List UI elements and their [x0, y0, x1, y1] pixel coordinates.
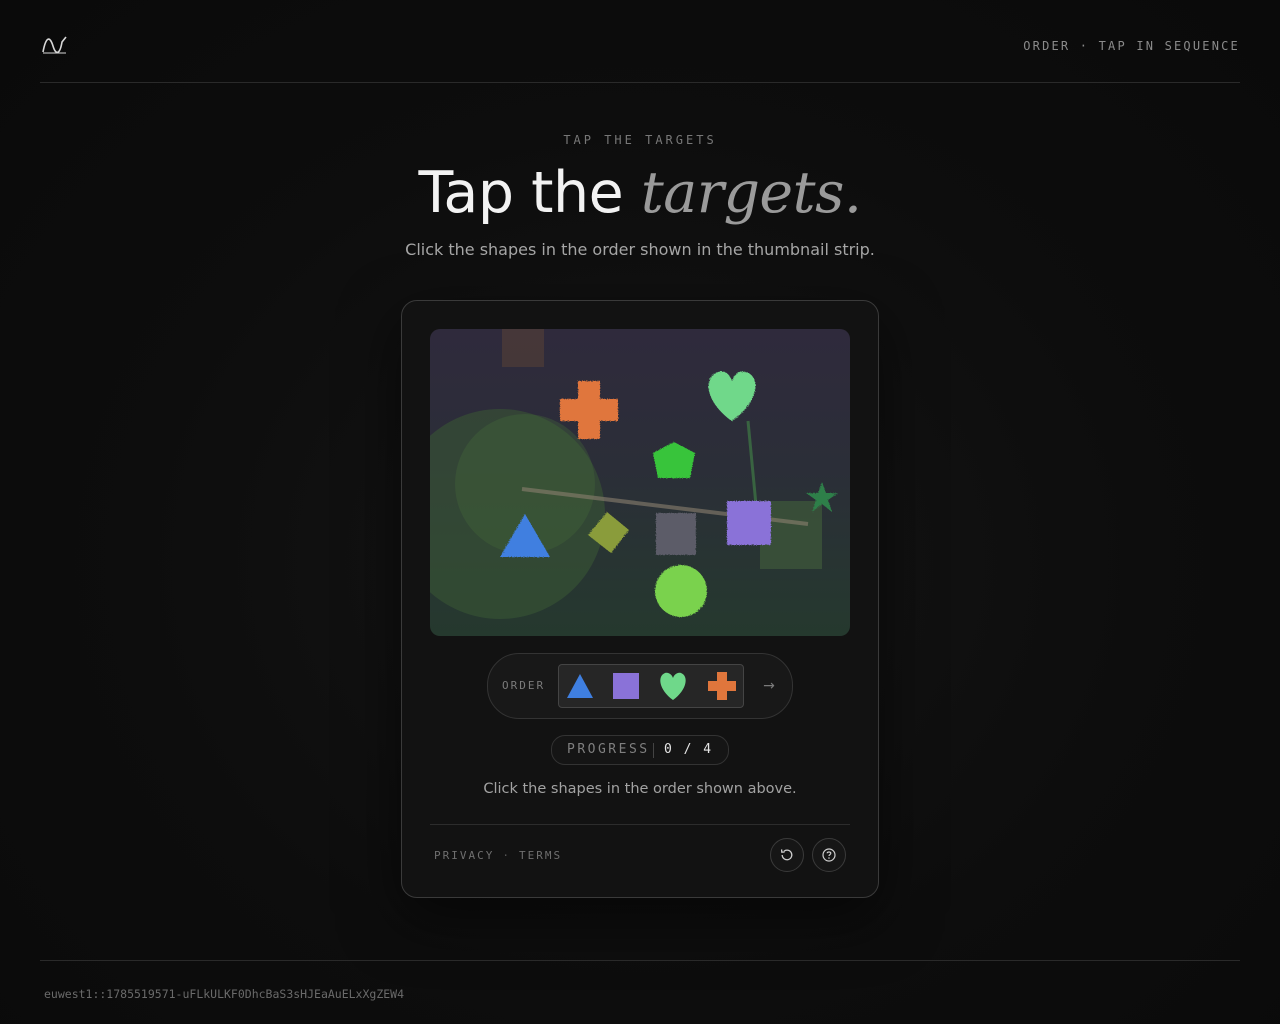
top-bar: ORDER · TAP IN SEQUENCE [40, 0, 1240, 83]
challenge-card: ORDER → PROGRESS 0 / 4 Click the shapes … [401, 300, 879, 898]
eyebrow-label: TAP THE TARGETS [563, 133, 717, 147]
footer-divider [40, 960, 1240, 961]
title-plain: Tap the [418, 160, 624, 226]
legal-separator: · [502, 849, 511, 862]
help-button[interactable] [812, 838, 846, 872]
privacy-link[interactable]: PRIVACY [434, 849, 494, 862]
page-title: Tap the targets. [0, 158, 1280, 228]
wave-logo-icon[interactable] [42, 34, 68, 56]
order-strip: ORDER → [487, 653, 793, 719]
next-arrow-button[interactable]: → [758, 675, 780, 697]
cross-icon [708, 672, 736, 700]
instruction-text: Click the shapes in the order shown abov… [483, 781, 797, 797]
order-label: ORDER [502, 679, 546, 692]
page: ORDER · TAP IN SEQUENCE TAP THE TARGETS … [0, 0, 1280, 1024]
title-accent: targets. [640, 160, 862, 226]
progress-label: PROGRESS [567, 742, 650, 757]
legal-links: PRIVACY · TERMS [434, 849, 562, 862]
order-thumbnails [558, 664, 744, 708]
challenge-canvas[interactable] [430, 329, 850, 636]
refresh-icon [780, 849, 793, 861]
progress-indicator: PROGRESS 0 / 4 [551, 735, 729, 765]
progress-value: 0 / 4 [664, 742, 714, 757]
card-divider [430, 824, 850, 825]
mode-label: ORDER · TAP IN SEQUENCE [1023, 39, 1240, 53]
noise-overlay [430, 329, 850, 636]
heart-icon [660, 672, 686, 700]
terms-link[interactable]: TERMS [519, 849, 562, 862]
triangle-icon [567, 674, 593, 698]
page-subtitle: Click the shapes in the order shown in t… [405, 240, 875, 259]
help-icon [822, 848, 836, 862]
refresh-button[interactable] [770, 838, 804, 872]
session-token: euwest1::1785519571-uFLkULKF0DhcBaS3sHJE… [44, 987, 405, 1001]
progress-divider [653, 743, 654, 758]
square-icon [613, 673, 639, 699]
